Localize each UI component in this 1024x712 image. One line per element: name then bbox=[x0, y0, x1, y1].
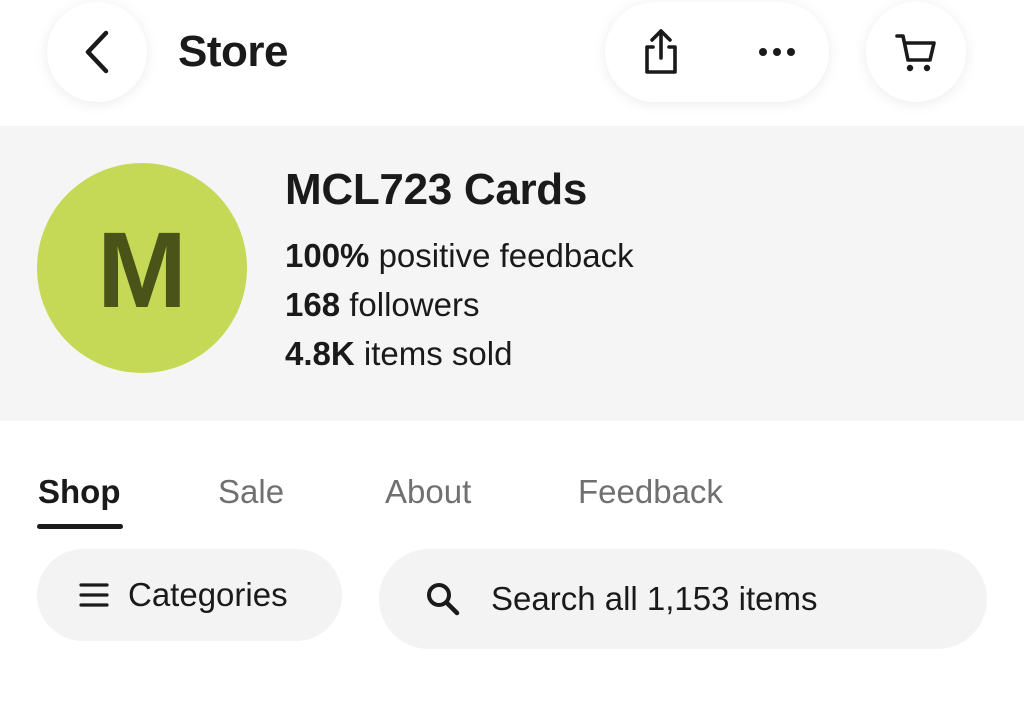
search-input[interactable]: Search all 1,153 items bbox=[379, 549, 987, 649]
items-sold-stat: 4.8K items sold bbox=[285, 334, 512, 374]
chevron-left-icon bbox=[85, 30, 109, 74]
search-placeholder: Search all 1,153 items bbox=[491, 580, 818, 617]
menu-icon bbox=[79, 583, 109, 607]
top-bar: Store bbox=[0, 0, 1024, 126]
tab-sale[interactable]: Sale bbox=[218, 470, 284, 514]
categories-label: Categories bbox=[128, 576, 288, 613]
items-sold-value: 4.8K bbox=[285, 335, 355, 372]
search-icon bbox=[427, 583, 460, 616]
feedback-label: positive feedback bbox=[378, 237, 634, 274]
tab-feedback[interactable]: Feedback bbox=[578, 470, 723, 514]
more-options-button[interactable] bbox=[751, 26, 803, 78]
share-icon bbox=[645, 29, 677, 74]
followers-label: followers bbox=[349, 286, 480, 323]
avatar[interactable]: M bbox=[37, 163, 247, 373]
share-button[interactable] bbox=[635, 26, 687, 78]
feedback-stat: 100% positive feedback bbox=[285, 236, 634, 276]
active-tab-indicator bbox=[37, 524, 123, 529]
categories-button[interactable]: Categories bbox=[37, 549, 342, 641]
header-actions bbox=[605, 2, 829, 102]
avatar-letter: M bbox=[97, 209, 187, 330]
back-button[interactable] bbox=[47, 2, 147, 102]
store-name: MCL723 Cards bbox=[285, 165, 588, 214]
cart-button[interactable] bbox=[866, 2, 966, 102]
store-profile: M MCL723 Cards 100% positive feedback 16… bbox=[0, 126, 1024, 421]
page-title: Store bbox=[178, 27, 288, 76]
more-horizontal-icon bbox=[759, 48, 795, 56]
cart-icon bbox=[895, 34, 936, 72]
tab-shop[interactable]: Shop bbox=[38, 470, 120, 514]
items-sold-label: items sold bbox=[363, 335, 513, 372]
feedback-value: 100% bbox=[285, 237, 370, 274]
followers-stat: 168 followers bbox=[285, 285, 479, 325]
followers-value: 168 bbox=[285, 286, 341, 323]
store-tabs: Shop Sale About Feedback bbox=[0, 470, 1024, 530]
tab-about[interactable]: About bbox=[385, 470, 471, 514]
